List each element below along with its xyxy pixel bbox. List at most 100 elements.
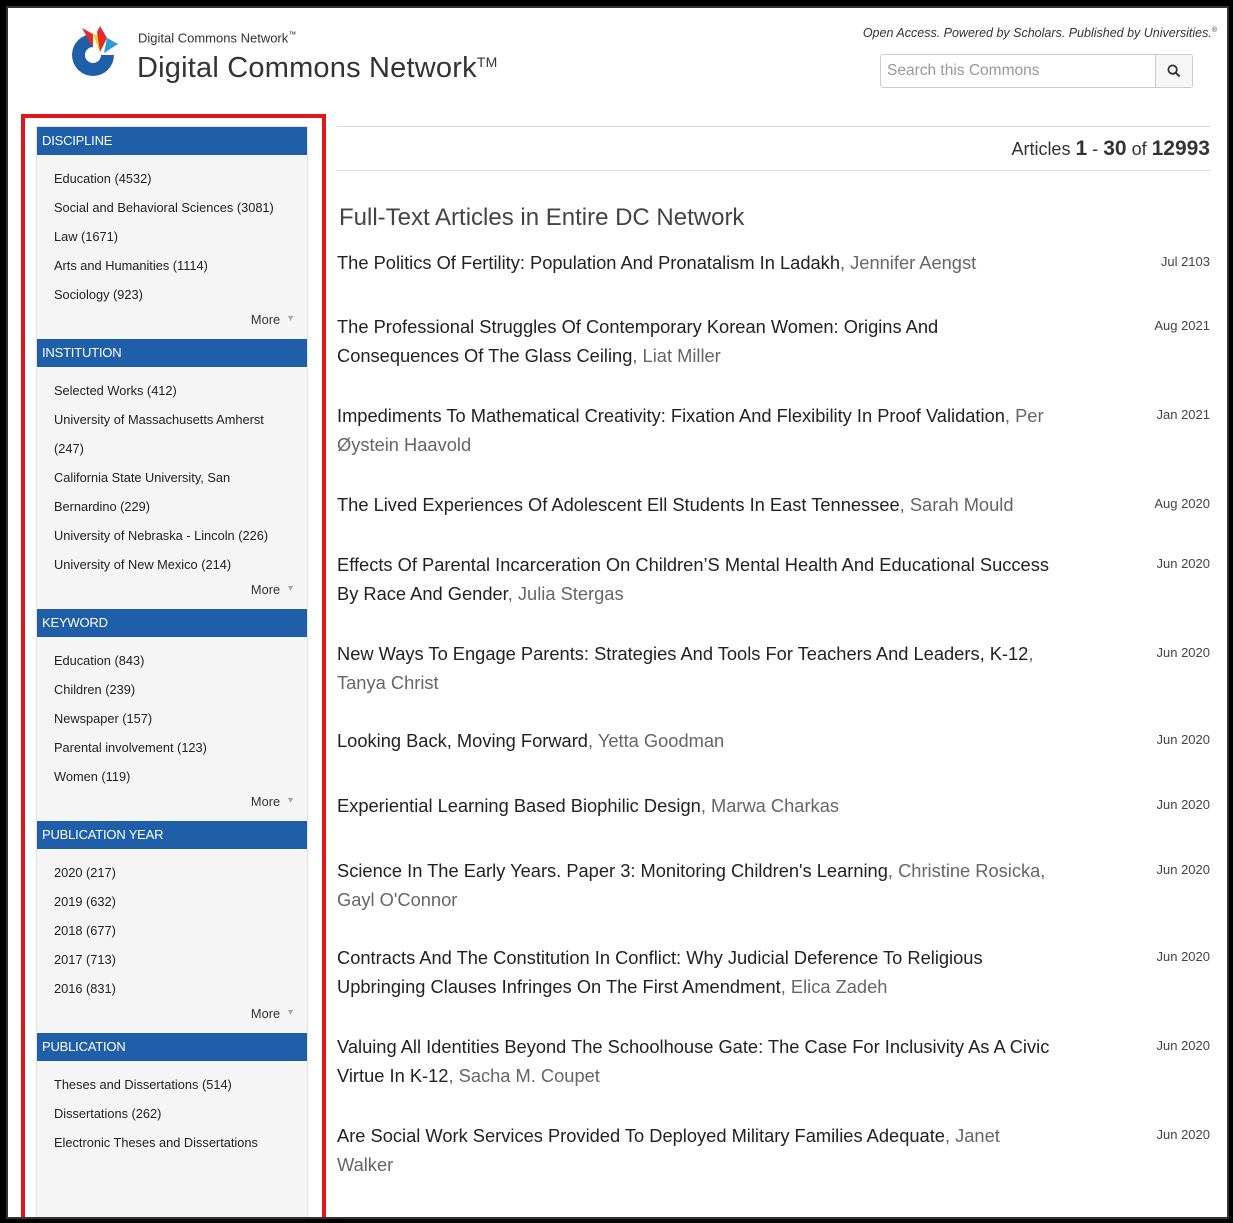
article-separator: , — [587, 730, 598, 751]
article-author[interactable]: Yetta Goodman — [598, 730, 724, 751]
article-separator: , — [448, 1065, 459, 1086]
search-input[interactable] — [881, 55, 1155, 87]
article-title[interactable]: Experiential Learning Based Biophilic De… — [337, 795, 701, 816]
article-author[interactable]: Sarah Mould — [910, 494, 1014, 515]
facet-item[interactable]: Selected Works (412) — [54, 376, 307, 405]
article-separator: , — [1004, 405, 1016, 426]
article-date: Jun 2020 — [1156, 556, 1211, 571]
article-author[interactable]: Liat Miller — [643, 345, 721, 366]
article-item[interactable]: Science In The Early Years. Paper 3: Mon… — [337, 856, 1210, 914]
more-button[interactable]: More ▼ — [37, 309, 307, 339]
article-separator: , — [899, 494, 910, 515]
article-date: Jun 2020 — [1156, 1127, 1211, 1142]
article-separator: , — [944, 1125, 956, 1146]
facet-item[interactable]: Children (239) — [54, 675, 307, 704]
facet-item[interactable]: Theses and Dissertations (514) — [54, 1070, 307, 1099]
facet-sidebar: DISCIPLINE Education (4532) Social and B… — [36, 126, 308, 1217]
facet-item[interactable]: Education (4532) — [54, 164, 307, 193]
article-item[interactable]: Contracts And The Constitution In Confli… — [337, 943, 1210, 1001]
article-list: The Politics Of Fertility: Population An… — [337, 248, 1210, 1179]
article-item[interactable]: The Lived Experiences Of Adolescent Ell … — [337, 490, 1210, 519]
article-item[interactable]: The Politics Of Fertility: Population An… — [337, 248, 1210, 277]
facet-item[interactable]: Sociology (923) — [54, 280, 307, 309]
more-button[interactable]: More ▼ — [37, 1003, 307, 1033]
article-title[interactable]: New Ways To Engage Parents: Strategies A… — [337, 643, 1028, 664]
article-date: Jun 2020 — [1156, 1038, 1211, 1053]
facet-heading: PUBLICATION — [37, 1033, 307, 1061]
search-button[interactable] — [1155, 55, 1192, 87]
article-date: Jul 2103 — [1160, 254, 1210, 269]
article-title[interactable]: Effects Of Parental Incarceration On Chi… — [337, 554, 1049, 604]
article-date: Jun 2020 — [1156, 949, 1211, 964]
article-separator: , — [1028, 643, 1034, 664]
facet-item[interactable]: Women (119) — [54, 762, 307, 791]
article-title[interactable]: Impediments To Mathematical Creativity: … — [337, 405, 1005, 426]
facet-heading: KEYWORD — [37, 609, 307, 637]
facet-item[interactable]: 2016 (831) — [54, 974, 307, 1003]
facet-publication: PUBLICATION Theses and Dissertations (51… — [37, 1033, 307, 1157]
facet-item[interactable]: Education (843) — [54, 646, 307, 675]
article-item[interactable]: Are Social Work Services Provided To Dep… — [337, 1121, 1210, 1179]
facet-item[interactable]: University of Nebraska - Lincoln (226) — [54, 521, 307, 550]
article-separator: , — [887, 860, 899, 881]
article-date: Jun 2020 — [1156, 732, 1211, 747]
article-title[interactable]: The Lived Experiences Of Adolescent Ell … — [337, 494, 900, 515]
more-button[interactable]: More ▼ — [37, 579, 307, 609]
caret-down-icon: ▼ — [286, 795, 295, 805]
article-date: Aug 2020 — [1154, 496, 1210, 511]
facet-discipline: DISCIPLINE Education (4532) Social and B… — [37, 127, 307, 339]
article-author[interactable]: Elica Zadeh — [791, 976, 888, 997]
article-author[interactable]: Sacha M. Coupet — [459, 1065, 600, 1086]
article-title[interactable]: Science In The Early Years. Paper 3: Mon… — [337, 860, 888, 881]
article-title[interactable]: Looking Back, Moving Forward — [337, 730, 588, 751]
facet-item[interactable]: Parental involvement (123) — [54, 733, 307, 762]
facet-item[interactable]: Social and Behavioral Sciences (3081) — [54, 193, 307, 222]
facet-item[interactable]: University of New Mexico (214) — [54, 550, 307, 579]
search-icon — [1167, 64, 1181, 78]
article-item[interactable]: The Professional Struggles Of Contempora… — [337, 312, 1210, 370]
facet-item[interactable]: 2018 (677) — [54, 916, 307, 945]
article-item[interactable]: Impediments To Mathematical Creativity: … — [337, 401, 1210, 459]
article-author[interactable]: Julia Stergas — [518, 583, 624, 604]
article-title[interactable]: The Politics Of Fertility: Population An… — [337, 252, 840, 273]
facet-item[interactable]: Electronic Theses and Dissertations — [54, 1128, 307, 1157]
facet-item[interactable]: Law (1671) — [54, 222, 307, 251]
article-item[interactable]: New Ways To Engage Parents: Strategies A… — [337, 639, 1210, 697]
article-title[interactable]: Are Social Work Services Provided To Dep… — [337, 1125, 945, 1146]
article-item[interactable]: Valuing All Identities Beyond The School… — [337, 1032, 1210, 1090]
article-separator: , — [839, 252, 851, 273]
article-item[interactable]: Effects Of Parental Incarceration On Chi… — [337, 550, 1210, 608]
article-separator: , — [632, 345, 643, 366]
article-title[interactable]: Valuing All Identities Beyond The School… — [337, 1036, 1049, 1086]
article-separator: , — [780, 976, 791, 997]
page-frame: Digital Commons Network™ Digital Commons… — [6, 6, 1229, 1219]
search-box — [880, 54, 1193, 88]
facet-publication-year: PUBLICATION YEAR 2020 (217) 2019 (632) 2… — [37, 821, 307, 1033]
facet-item[interactable]: Dissertations (262) — [54, 1099, 307, 1128]
digital-commons-logo[interactable] — [60, 22, 126, 88]
article-separator: , — [507, 583, 518, 604]
facet-item[interactable]: California State University, San Bernard… — [54, 463, 264, 521]
site-header: Digital Commons Network™ Digital Commons… — [8, 8, 1227, 118]
facet-item[interactable]: Newspaper (157) — [54, 704, 307, 733]
section-title: Full-Text Articles in Entire DC Network — [339, 204, 745, 231]
facet-item[interactable]: 2019 (632) — [54, 887, 307, 916]
article-date: Aug 2021 — [1154, 318, 1210, 333]
facet-heading: DISCIPLINE — [37, 127, 307, 155]
facet-item[interactable]: Arts and Humanities (1114) — [54, 251, 307, 280]
article-date: Jan 2021 — [1156, 407, 1211, 422]
facet-item[interactable]: University of Massachusetts Amherst (247… — [54, 405, 299, 463]
article-date: Jun 2020 — [1156, 862, 1211, 877]
article-item[interactable]: Experiential Learning Based Biophilic De… — [337, 791, 1210, 820]
article-author[interactable]: Tanya Christ — [337, 672, 439, 693]
facet-item[interactable]: 2020 (217) — [54, 858, 307, 887]
article-date: Jun 2020 — [1156, 797, 1211, 812]
results-count: Articles 1 - 30 of 12993 — [1011, 137, 1210, 160]
article-item[interactable]: Looking Back, Moving Forward, Yetta Good… — [337, 726, 1210, 755]
article-author[interactable]: Marwa Charkas — [711, 795, 839, 816]
facet-item[interactable]: 2017 (713) — [54, 945, 307, 974]
caret-down-icon: ▼ — [286, 313, 295, 323]
more-button[interactable]: More ▼ — [37, 791, 307, 821]
article-author[interactable]: Jennifer Aengst — [850, 252, 976, 273]
site-title[interactable]: Digital Commons NetworkTM — [137, 52, 497, 85]
